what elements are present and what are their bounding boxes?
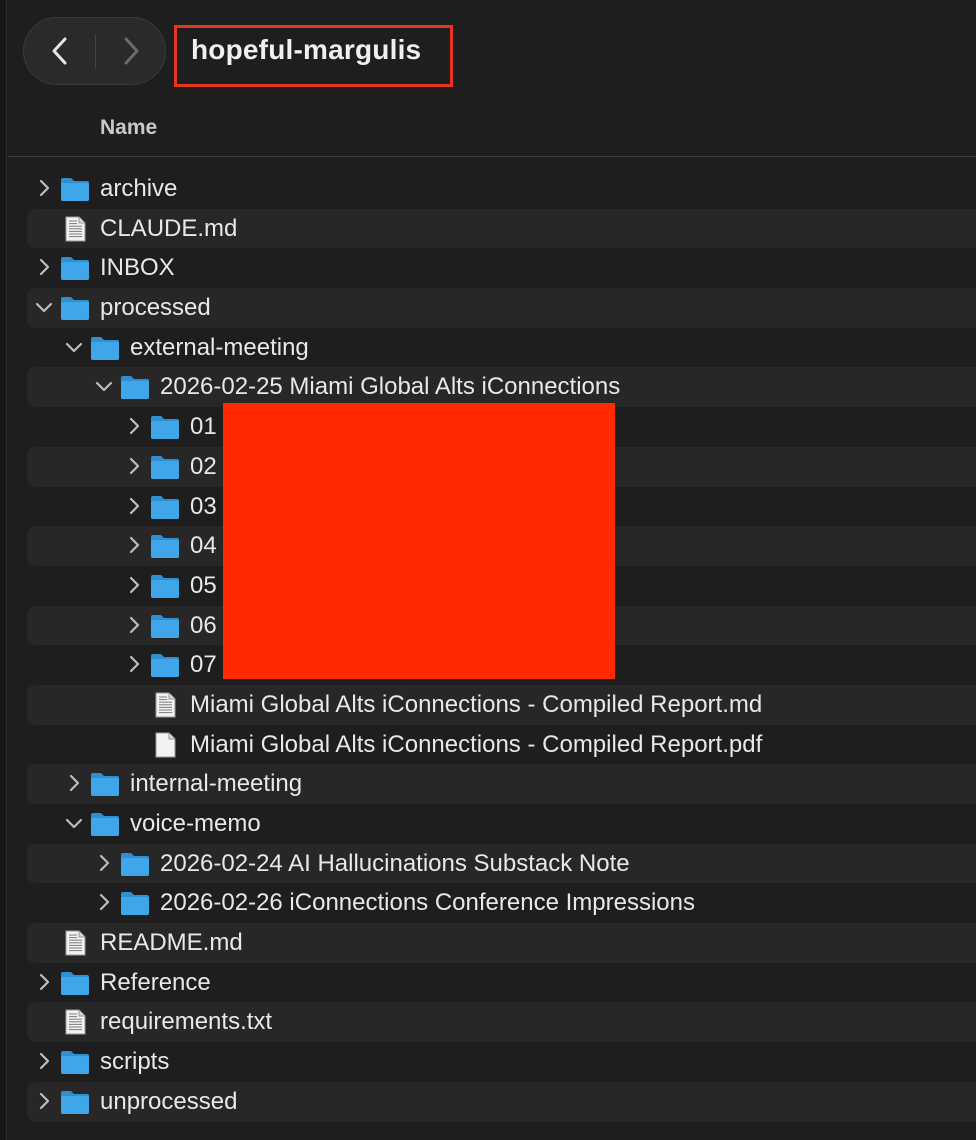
chevron-right-icon <box>124 37 139 65</box>
header-divider <box>8 156 976 157</box>
disclosure-chevron-right-icon[interactable] <box>124 495 144 517</box>
file-row[interactable]: Miami Global Alts iConnections - Compile… <box>0 684 976 725</box>
forward-button[interactable] <box>96 18 166 84</box>
folder-row[interactable]: 2026-02-25 Miami Global Alts iConnection… <box>0 367 976 408</box>
item-label: 07 <box>190 651 217 679</box>
text-document-icon <box>60 930 90 956</box>
disclosure-chevron-down-icon[interactable] <box>34 296 54 318</box>
redaction-block <box>223 403 615 679</box>
item-label: unprocessed <box>100 1087 238 1115</box>
item-label: external-meeting <box>130 333 309 361</box>
folder-icon <box>90 811 120 837</box>
disclosure-chevron-right-icon[interactable] <box>34 971 54 993</box>
folder-icon <box>120 374 150 400</box>
item-label: archive <box>100 175 178 202</box>
disclosure-chevron-right-icon[interactable] <box>124 614 144 636</box>
folder-row[interactable]: archive <box>0 169 976 209</box>
folder-icon <box>90 771 120 797</box>
disclosure-chevron-right-icon[interactable] <box>124 653 144 675</box>
disclosure-chevron-down-icon[interactable] <box>64 336 84 358</box>
folder-row[interactable]: INBOX <box>0 248 976 288</box>
folder-icon <box>150 494 180 520</box>
folder-icon <box>150 573 180 599</box>
text-document-icon <box>60 1009 90 1035</box>
disclosure-chevron-down-icon[interactable] <box>64 812 84 834</box>
finder-window: hopeful-margulis Name archive CLAUDE.md IN… <box>0 0 976 1140</box>
disclosure-chevron-right-icon[interactable] <box>124 455 144 477</box>
item-label: CLAUDE.md <box>100 214 238 242</box>
item-label: README.md <box>100 929 243 957</box>
folder-row[interactable]: external-meeting <box>0 328 976 368</box>
item-label: scripts <box>100 1048 170 1076</box>
folder-row[interactable]: voice-memo <box>0 804 976 844</box>
file-row[interactable]: CLAUDE.md <box>0 208 976 249</box>
file-row[interactable]: requirements.txt <box>0 1002 976 1043</box>
folder-row[interactable]: scripts <box>0 1042 976 1082</box>
folder-icon <box>120 851 150 877</box>
folder-row[interactable]: internal-meeting <box>0 764 976 804</box>
row-background <box>27 1042 976 1082</box>
folder-row[interactable]: unprocessed <box>0 1081 976 1122</box>
back-button[interactable] <box>25 18 95 84</box>
item-label: 03 <box>190 492 217 520</box>
disclosure-chevron-right-icon[interactable] <box>124 534 144 556</box>
folder-icon <box>60 970 90 996</box>
disclosure-chevron-right-icon[interactable] <box>34 177 54 199</box>
item-label: 2026-02-25 Miami Global Alts iConnection… <box>160 373 621 401</box>
file-row[interactable]: README.md <box>0 923 976 963</box>
file-row[interactable]: Miami Global Alts iConnections - Compile… <box>0 725 976 765</box>
folder-icon <box>60 295 90 321</box>
folder-icon <box>60 255 90 281</box>
text-document-icon <box>150 692 180 718</box>
folder-icon <box>120 890 150 916</box>
disclosure-chevron-right-icon[interactable] <box>94 891 114 913</box>
folder-icon <box>60 1089 90 1115</box>
folder-icon <box>150 414 180 440</box>
text-document-icon <box>60 216 90 242</box>
item-label: 2026-02-26 iConnections Conference Impre… <box>160 889 695 917</box>
item-label: Miami Global Alts iConnections - Compile… <box>190 690 763 718</box>
navigation-button-group <box>23 17 166 85</box>
item-label: processed <box>100 294 211 322</box>
item-label: 05 <box>190 571 217 599</box>
folder-icon <box>150 454 180 480</box>
folder-row[interactable]: 2026-02-24 AI Hallucinations Substack No… <box>0 843 976 884</box>
item-label: internal-meeting <box>130 770 303 798</box>
folder-icon <box>60 176 90 202</box>
name-column-header[interactable]: Name <box>100 116 157 140</box>
disclosure-chevron-right-icon[interactable] <box>34 1090 54 1112</box>
window-title: hopeful-margulis <box>191 34 422 65</box>
folder-row[interactable]: processed <box>0 288 976 328</box>
item-label: voice-memo <box>130 810 261 837</box>
disclosure-chevron-right-icon[interactable] <box>34 1050 54 1072</box>
disclosure-chevron-right-icon[interactable] <box>124 574 144 596</box>
item-label: 01 <box>190 413 217 441</box>
disclosure-chevron-right-icon[interactable] <box>64 772 84 794</box>
folder-icon <box>90 335 120 361</box>
item-label: 2026-02-24 AI Hallucinations Substack No… <box>160 849 630 877</box>
item-label: Reference <box>100 968 211 996</box>
item-label: Miami Global Alts iConnections - Compile… <box>190 730 763 758</box>
item-label: 02 <box>190 452 217 480</box>
folder-icon <box>150 613 180 639</box>
item-label: 04 <box>190 532 217 560</box>
item-label: 06 <box>190 611 217 639</box>
disclosure-chevron-right-icon[interactable] <box>34 256 54 278</box>
folder-icon <box>60 1049 90 1075</box>
pdf-document-icon <box>150 732 180 758</box>
disclosure-chevron-down-icon[interactable] <box>94 375 114 397</box>
item-label: requirements.txt <box>100 1008 273 1036</box>
folder-row[interactable]: 2026-02-26 iConnections Conference Impre… <box>0 883 976 923</box>
folder-row[interactable]: Reference <box>0 963 976 1003</box>
item-label: INBOX <box>100 254 175 282</box>
chevron-left-icon <box>52 37 67 65</box>
disclosure-chevron-right-icon[interactable] <box>94 852 114 874</box>
disclosure-chevron-right-icon[interactable] <box>124 415 144 437</box>
folder-icon <box>150 652 180 678</box>
folder-icon <box>150 533 180 559</box>
